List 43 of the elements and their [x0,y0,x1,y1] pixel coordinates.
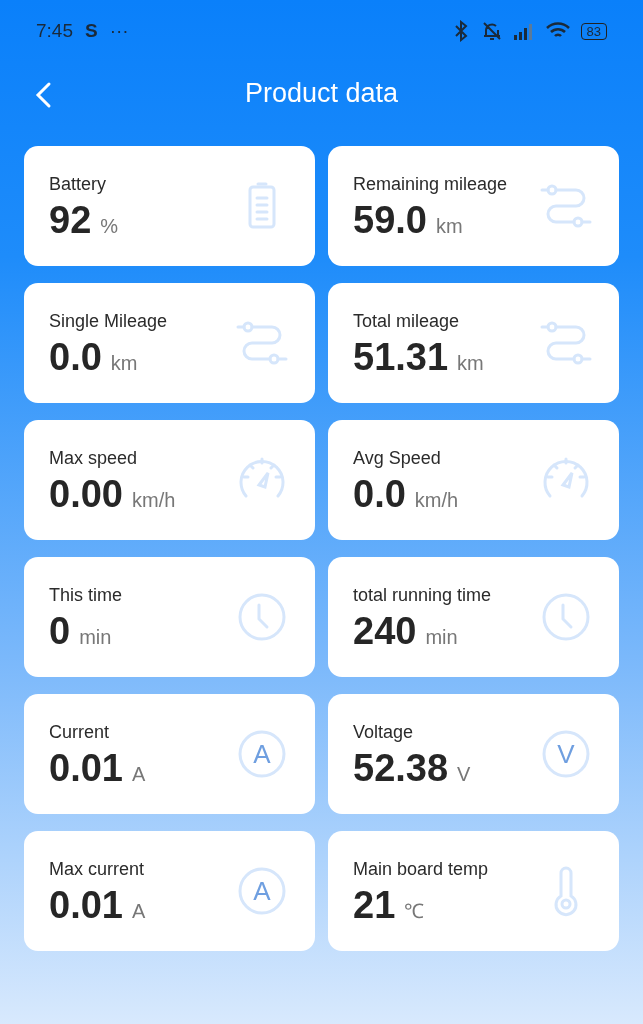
more-notifications: ··· [109,20,129,42]
stat-value: 21 [353,884,396,927]
stat-label: Max speed [49,448,139,469]
stat-label: Total mileage [353,311,461,332]
stat-label: Remaining mileage [353,174,508,195]
stat-unit: A [131,900,146,923]
stat-value: 240 [353,610,417,653]
stat-unit: km [457,352,484,375]
stat-label: total running time [353,585,492,606]
stat-value: 0.0 [49,336,102,379]
stat-label: Main board temp [353,859,489,880]
stat-unit: min [425,626,458,649]
battery-indicator: 83 [580,22,607,40]
stat-unit: A [131,763,146,786]
stat-value: 0.00 [49,473,123,516]
stat-label: Single Mileage [49,311,168,332]
stat-unit: V [457,763,471,786]
stat-value: 0 [49,610,71,653]
stat-label: This time [49,585,122,606]
stat-label: Current [49,722,111,743]
stat-value: 92 [49,199,92,242]
stat-unit: % [100,215,119,238]
stat-label: Max current [49,859,146,880]
stat-value: 0.01 [49,884,123,927]
signal-icon [512,21,535,41]
stat-value: 0.0 [353,473,406,516]
stat-value: 52.38 [353,747,449,790]
stat-value: 59.0 [353,199,427,242]
stat-unit: min [79,626,112,649]
stat-unit: km [110,352,138,375]
stat-label: Voltage [353,722,415,743]
stat-unit: km/h [131,489,176,512]
stat-value: 0.01 [49,747,123,790]
stat-label: Battery [49,174,108,195]
stat-unit: km [435,215,463,238]
stat-unit: ℃ [404,899,425,924]
stat-unit: km/h [414,489,459,512]
stat-value: 51.31 [353,336,449,379]
page-title: Product data [244,77,399,109]
app-notification-icon: S [85,20,98,42]
bell-off-icon [480,20,503,42]
stat-label: Avg Speed [353,448,442,469]
status-time: 7:45 [36,20,73,42]
